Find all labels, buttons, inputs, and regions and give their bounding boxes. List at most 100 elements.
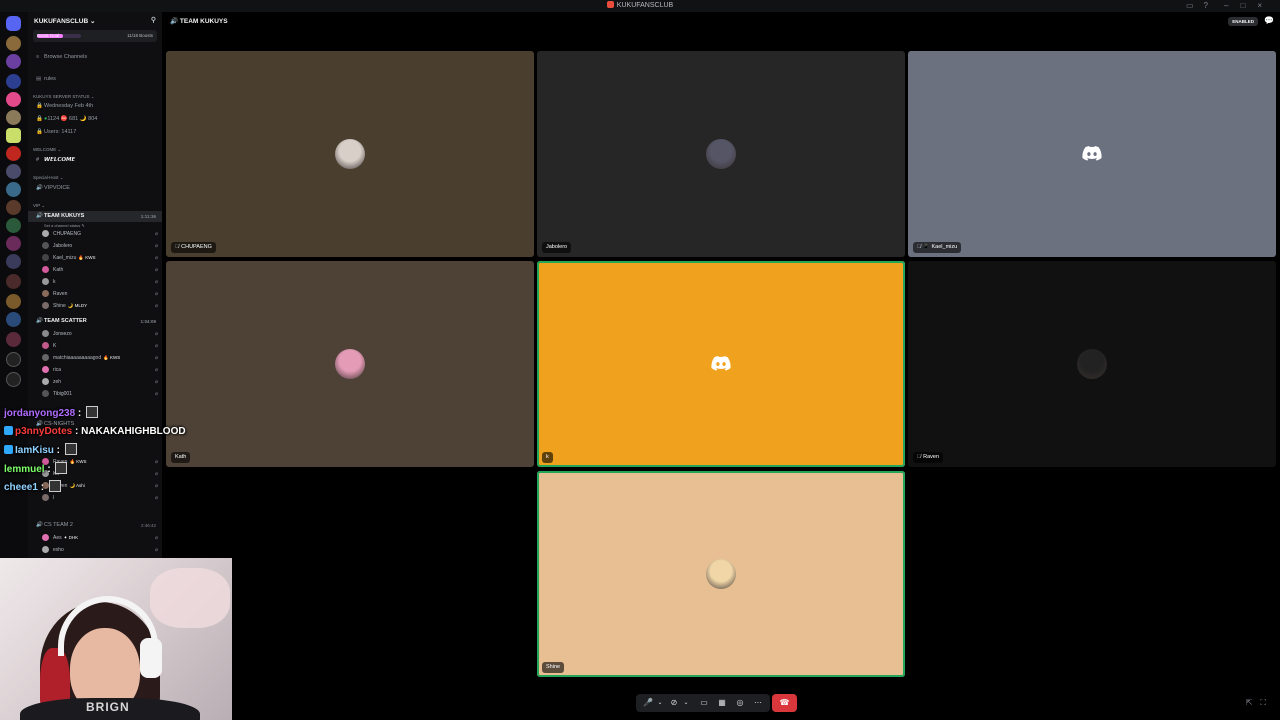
chat-separator: : (37, 482, 47, 493)
member-tag: 🔥 KWS (103, 355, 121, 360)
discover-icon[interactable] (6, 372, 21, 387)
server-icon[interactable] (6, 92, 21, 107)
status-date-channel[interactable]: 🔒Wednesday Feb 4th (28, 101, 162, 112)
avatar (42, 354, 49, 361)
video-tile[interactable]: Kath (166, 261, 534, 467)
microphone-icon[interactable]: 🎤 (642, 697, 654, 709)
video-tile[interactable]: Shine (537, 471, 905, 677)
browse-channels[interactable]: ≡ Browse Channels (28, 52, 162, 63)
pop-out-icon[interactable]: ⇱ (1246, 698, 1261, 707)
category-vip[interactable]: VIP ⌄ (28, 200, 162, 211)
camera-off-icon[interactable]: ⊘ (668, 697, 680, 709)
member-name: K (53, 343, 57, 349)
disconnect-button[interactable]: ☎ (772, 694, 797, 712)
headphones-earcup (140, 638, 162, 678)
webcam-background (150, 568, 230, 628)
chat-separator: : (44, 463, 54, 475)
avatar (42, 266, 49, 273)
browse-icon: ≡ (36, 54, 40, 60)
muted-mic-icon: ⌀ (154, 495, 158, 501)
boost-goal-bar[interactable]: Boost Goal 11/18 Boosts (33, 30, 157, 42)
member-tag: ✦ DHK (63, 535, 79, 540)
server-icon[interactable] (6, 312, 21, 327)
channel-welcome[interactable]: # 𝙒𝙀𝙇𝘾𝙊𝙈𝙀 (28, 155, 162, 166)
voice-member[interactable]: k ⌀ (42, 276, 160, 288)
server-icon[interactable] (6, 274, 21, 289)
voice-member[interactable]: Kath ⌀ (42, 264, 160, 276)
avatar (42, 378, 49, 385)
direct-messages-icon[interactable] (6, 16, 21, 31)
server-icon[interactable] (6, 146, 21, 161)
server-icon[interactable] (6, 294, 21, 309)
server-icon[interactable] (6, 218, 21, 233)
chat-icon[interactable]: 💬 (1264, 16, 1274, 25)
voice-member[interactable]: Kael_mizu 🔥 KWS ⌀ (42, 252, 160, 264)
soundboard-icon[interactable]: ◎ (734, 697, 746, 709)
maximize-icon[interactable]: □ (1240, 1, 1257, 10)
video-tile[interactable]: Jabolero (537, 51, 905, 257)
notification-settings-icon[interactable]: ⚲ (151, 16, 156, 24)
camera-options-chevron-icon[interactable]: ⌄ (680, 697, 692, 709)
voice-member[interactable]: Aes ✦ DHK ⌀ (42, 532, 160, 544)
server-icon[interactable] (6, 110, 21, 125)
voice-channel-cs-team-2[interactable]: 🔊CS TEAM 2 2:46:42 (28, 520, 162, 531)
server-icon[interactable] (6, 332, 21, 347)
server-icon[interactable] (6, 36, 21, 51)
voice-member[interactable]: Jabolero ⌀ (42, 240, 160, 252)
voice-member[interactable]: exho ⌀ (42, 544, 160, 556)
muted-mic-icon: 🎙̸ 📱 (917, 244, 930, 250)
inbox-icon[interactable]: ▭ (1186, 1, 1204, 10)
member-tag: 🔥 KWS (78, 255, 96, 260)
chat-emote-icon (64, 443, 77, 455)
server-header[interactable]: KUKUFANSCLUB ⌄ ⚲ (28, 12, 162, 30)
add-server-icon[interactable] (6, 352, 21, 367)
status-counts-channel[interactable]: 🔒●1124 ⛔ 681 🌙 804 (28, 114, 162, 125)
chat-text: NAKAKAHIGHBLOOD (81, 425, 186, 437)
speaker-icon: 🔊 (36, 522, 43, 528)
voice-channel-team-scatter[interactable]: 🔊TEAM SCATTER 1:04:09 (28, 316, 162, 327)
avatar (42, 278, 49, 285)
video-tile[interactable]: 🎙̸ CHUPAENG (166, 51, 534, 257)
voice-member[interactable]: matchiaaaaaaaaagod 🔥 KWS ⌀ (42, 352, 160, 364)
server-icon[interactable] (6, 200, 21, 215)
server-folder-icon[interactable] (6, 254, 21, 269)
voice-member[interactable]: Jonsezo ⌀ (42, 328, 160, 340)
help-icon[interactable]: ? (1204, 1, 1218, 10)
category-welcome[interactable]: WELCOME ⌄ (28, 144, 162, 155)
video-tile[interactable]: 🎙̸ 📱 Kael_mizu (908, 51, 1276, 257)
fullscreen-icon[interactable]: ⛶ (1260, 698, 1274, 707)
chat-separator: : (72, 425, 82, 437)
rules-icon: ▤ (36, 76, 42, 82)
category-special-host[interactable]: Special-Host ⌄ (28, 172, 162, 183)
channel-rules[interactable]: ▤ rules (28, 74, 162, 85)
server-icon[interactable] (6, 128, 21, 143)
enabled-badge[interactable]: ENABLED (1228, 17, 1258, 26)
voice-member[interactable]: K ⌀ (42, 340, 160, 352)
voice-member[interactable]: Raven ⌀ (42, 288, 160, 300)
close-icon[interactable]: × (1257, 1, 1274, 10)
activities-icon[interactable]: ▦ (716, 697, 728, 709)
server-folder-icon[interactable] (6, 164, 21, 179)
voice-member[interactable]: Shine 🌙 MLDY ⌀ (42, 300, 160, 312)
muted-mic-icon: ⌀ (154, 331, 158, 337)
member-name: Aes (53, 535, 62, 541)
voice-member[interactable]: CHUPAENG ⌀ (42, 228, 160, 240)
voice-member[interactable]: Tibig001 ⌀ (42, 388, 160, 400)
server-icon[interactable] (6, 236, 21, 251)
minimize-icon[interactable]: – (1224, 1, 1240, 10)
server-icon[interactable] (6, 74, 21, 89)
participant-name: Raven (923, 454, 940, 460)
mic-options-chevron-icon[interactable]: ⌄ (654, 697, 666, 709)
more-options-icon[interactable]: ⋯ (752, 697, 764, 709)
video-tile[interactable]: 🎙̸ Raven (908, 261, 1276, 467)
voice-member[interactable]: zeh ⌀ (42, 376, 160, 388)
server-icon[interactable] (6, 54, 21, 69)
screen-share-icon[interactable]: ▭ (698, 697, 710, 709)
server-icon[interactable] (6, 182, 21, 197)
avatar (42, 390, 49, 397)
channel-vipvoice[interactable]: 🔊VIPVOICE (28, 183, 162, 194)
video-tile[interactable]: k (537, 261, 905, 467)
avatar (42, 254, 49, 261)
status-users-channel[interactable]: 🔒Users: 14117 (28, 127, 162, 138)
voice-member[interactable]: rica ⌀ (42, 364, 160, 376)
